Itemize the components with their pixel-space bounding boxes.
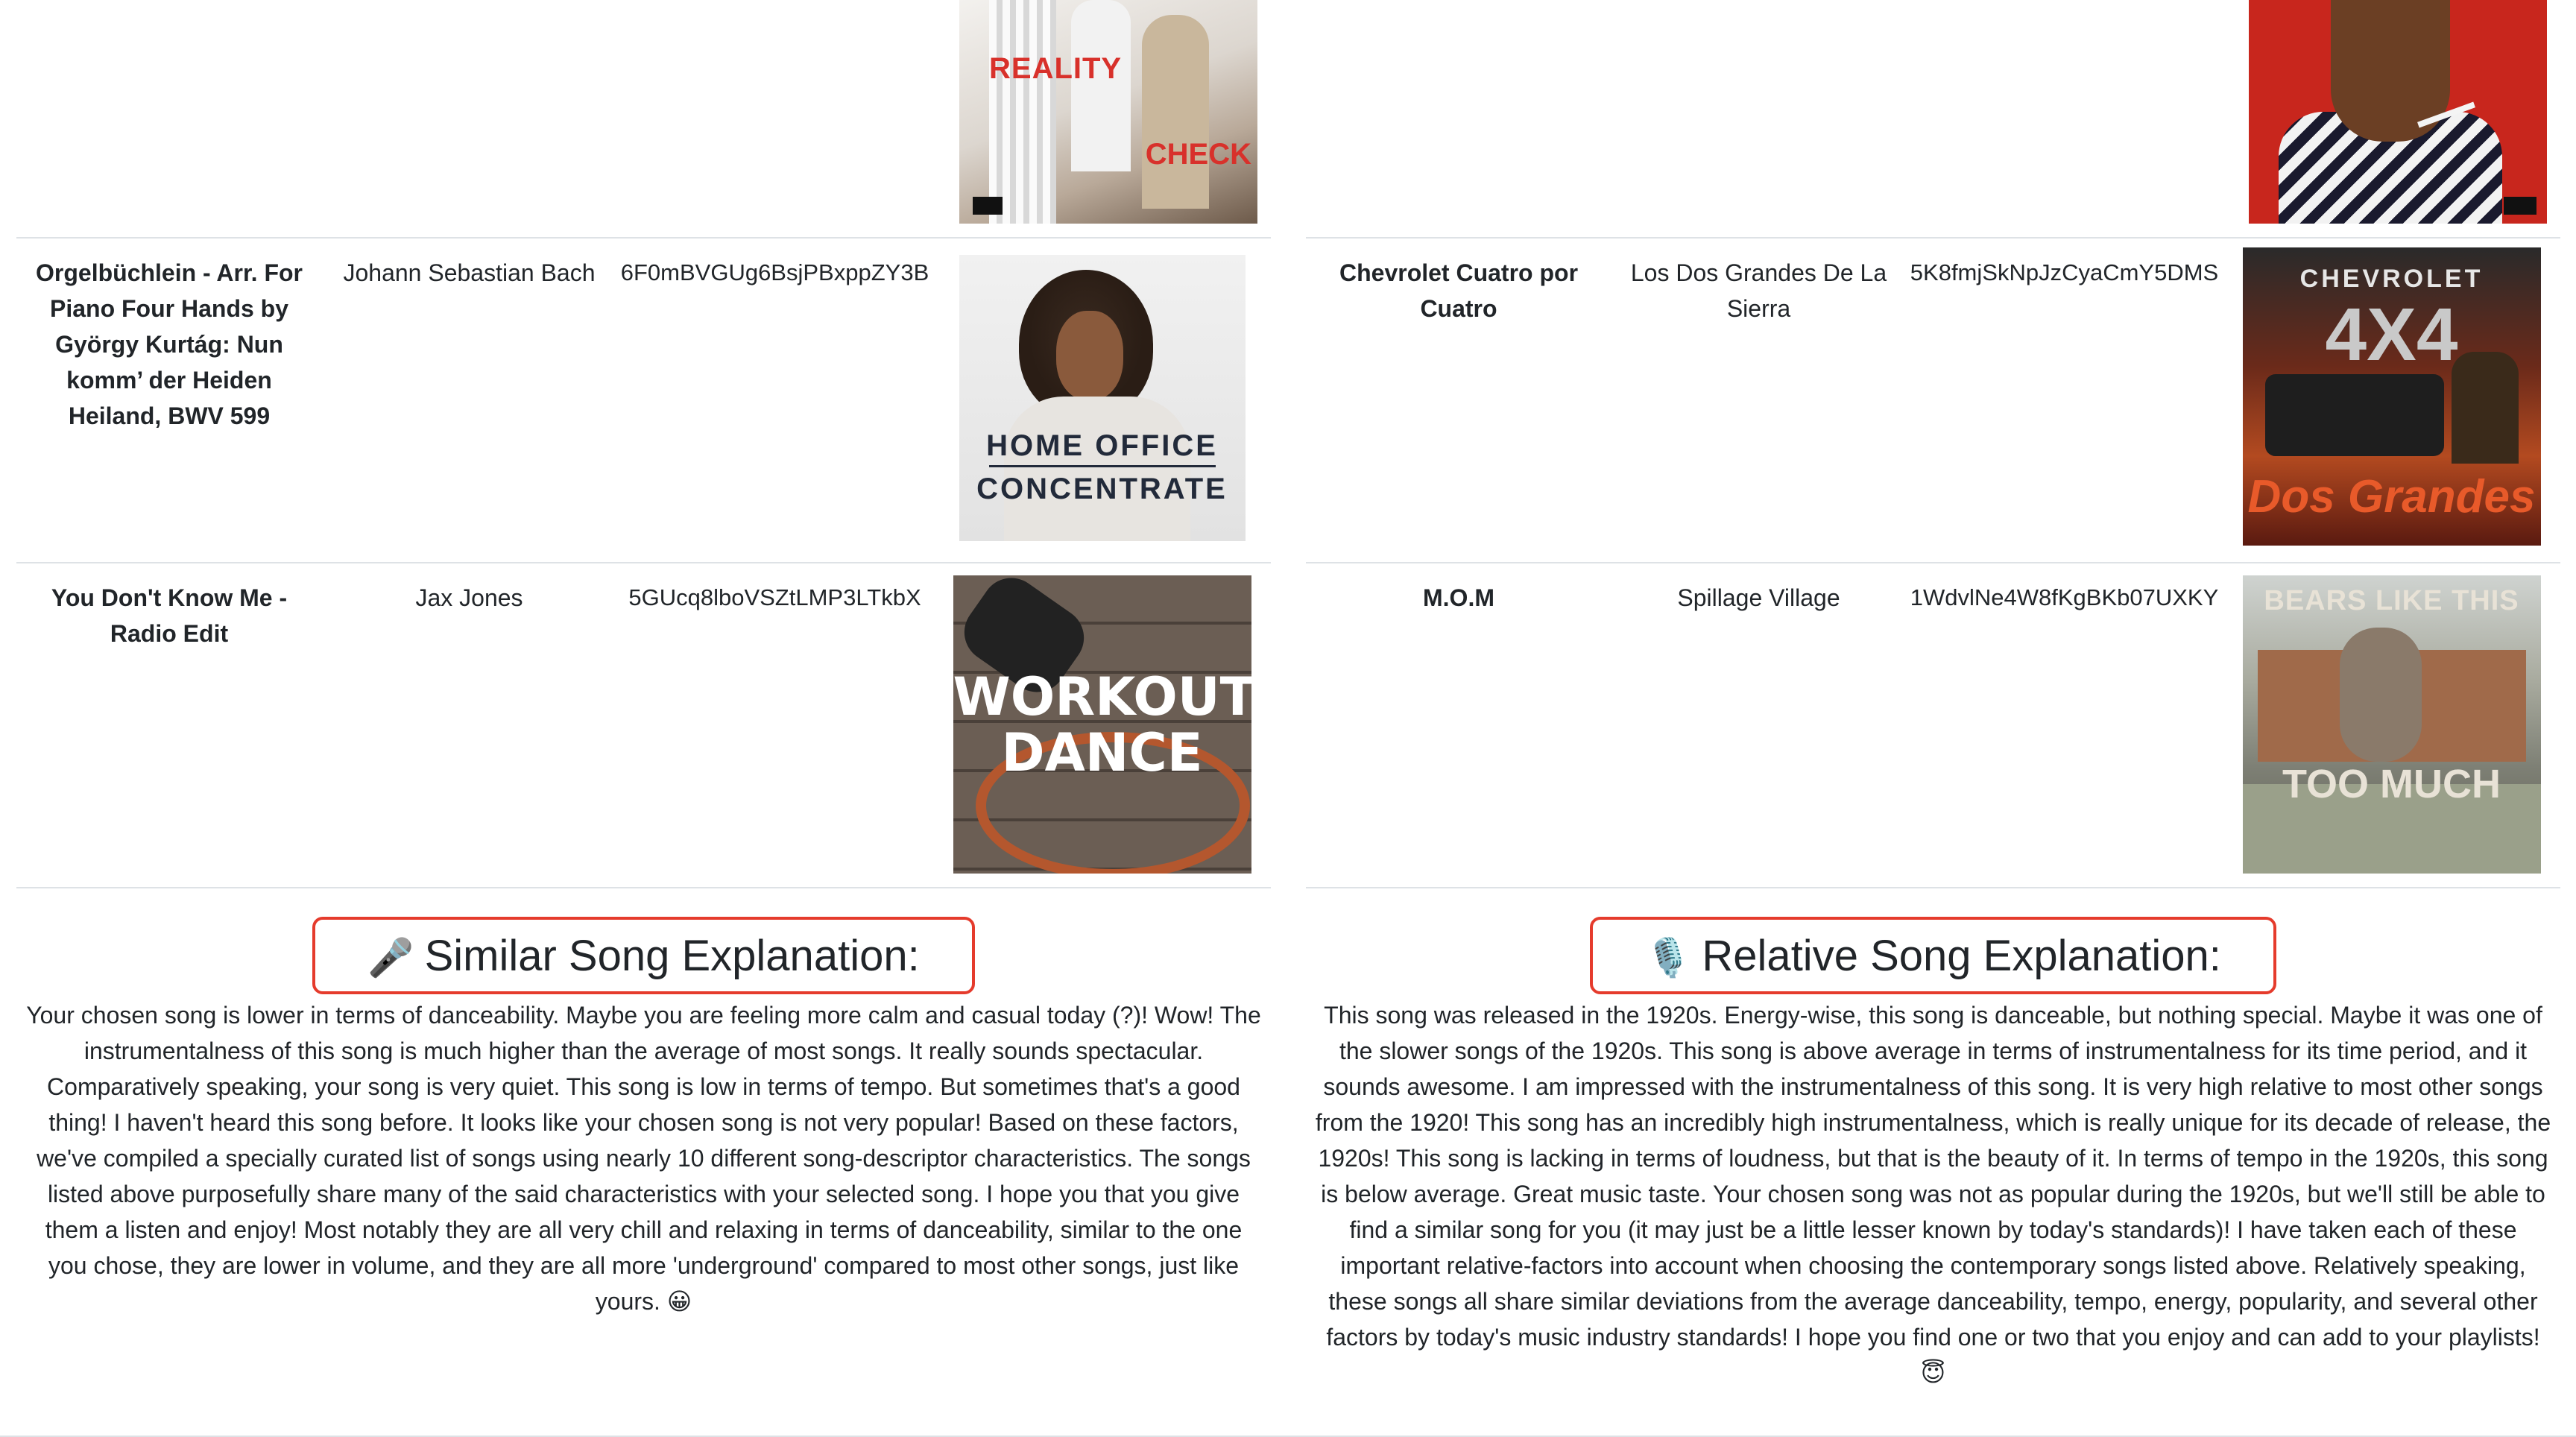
cover-text: TOO MUCH bbox=[2282, 762, 2501, 806]
table-row: REALITY CHECK bbox=[16, 0, 1271, 239]
advisory-label-icon bbox=[973, 197, 1003, 215]
sweater-graphic bbox=[1003, 397, 1190, 541]
song-title: Orgelbüchlein - Arr. For Piano Four Hand… bbox=[36, 259, 303, 429]
cover-text: REALITY bbox=[989, 52, 1123, 85]
similar-song-explanation: 🎤 Similar Song Explanation: Your chosen s… bbox=[16, 917, 1271, 1319]
cover-text: CONCENTRATE bbox=[976, 473, 1228, 505]
cover-text: CHEVROLET bbox=[2299, 265, 2484, 293]
face-graphic bbox=[1055, 311, 1123, 400]
cover-text: HOME OFFICE bbox=[986, 429, 1218, 462]
divider bbox=[988, 465, 1216, 467]
cover-text: Dos Grandes bbox=[2247, 471, 2536, 522]
explanation-text: Your chosen song is lower in terms of da… bbox=[26, 1002, 1261, 1315]
album-cover[interactable] bbox=[2249, 0, 2547, 224]
song-id: 6F0mBVGUg6BsjPBxppZY3B bbox=[620, 259, 929, 285]
explanation-heading: 🎤 Similar Song Explanation: bbox=[312, 917, 975, 994]
song-artist bbox=[1611, 0, 1906, 237]
cover-text: DANCE bbox=[1001, 722, 1203, 783]
song-title: M.O.M bbox=[1423, 584, 1494, 611]
relative-song-explanation: 🎙️ Relative Song Explanation: This song w… bbox=[1306, 917, 2560, 1391]
table-row: M.O.M Spillage Village 1WdvlNe4W8fKgBKb0… bbox=[1306, 563, 2560, 888]
explanation-heading: 🎙️ Relative Song Explanation: bbox=[1590, 917, 2276, 994]
song-artist: Los Dos Grandes De La Sierra bbox=[1630, 259, 1887, 322]
album-cover[interactable]: HOME OFFICE CONCENTRATE bbox=[959, 255, 1246, 541]
song-artist: Jax Jones bbox=[415, 584, 523, 611]
stair-railing-graphic bbox=[989, 0, 1056, 224]
microphone-icon: 🎤 bbox=[367, 937, 414, 979]
song-artist bbox=[322, 0, 616, 237]
song-artist: Johann Sebastian Bach bbox=[343, 259, 596, 286]
song-title bbox=[1306, 0, 1611, 237]
song-id: 1WdvlNe4W8fKgBKb07UXKY bbox=[1910, 584, 2219, 610]
heading-text: Relative Song Explanation: bbox=[1702, 932, 2221, 980]
table-row: Orgelbüchlein - Arr. For Piano Four Hand… bbox=[16, 239, 1271, 563]
explanation-text: This song was released in the 1920s. Ene… bbox=[1315, 1002, 2551, 1386]
album-cover[interactable]: BEARS LIKE THIS TOO MUCH bbox=[2242, 575, 2541, 874]
album-cover[interactable]: REALITY CHECK bbox=[959, 0, 1257, 224]
album-cover[interactable]: CHEVROLET 4X4 Dos Grandes bbox=[2242, 247, 2541, 546]
cover-text: CHECK bbox=[1145, 138, 1251, 171]
relative-songs-column: Chevrolet Cuatro por Cuatro Los Dos Gran… bbox=[1306, 0, 2560, 1437]
album-cover[interactable]: WORKOUT DANCE bbox=[953, 575, 1251, 874]
studio-microphone-icon: 🎙️ bbox=[1645, 937, 1692, 979]
song-artist: Spillage Village bbox=[1677, 584, 1840, 611]
cover-text: BEARS LIKE THIS bbox=[2264, 585, 2519, 616]
bear-graphic bbox=[2339, 628, 2422, 762]
table-row: You Don't Know Me - Radio Edit Jax Jones… bbox=[16, 563, 1271, 888]
figure-graphic bbox=[1071, 0, 1131, 171]
song-title: Chevrolet Cuatro por Cuatro bbox=[1339, 259, 1579, 322]
table-row: Chevrolet Cuatro por Cuatro Los Dos Gran… bbox=[1306, 239, 2560, 563]
song-title bbox=[16, 0, 322, 237]
figures-graphic bbox=[2451, 352, 2519, 464]
heading-text: Similar Song Explanation: bbox=[424, 932, 920, 980]
truck-graphic bbox=[2264, 374, 2444, 456]
song-id bbox=[1906, 0, 2223, 237]
song-id: 5GUcq8lboVSZtLMP3LTkbX bbox=[628, 584, 921, 610]
figure-graphic bbox=[1142, 15, 1209, 209]
cover-text: WORKOUT bbox=[953, 666, 1251, 727]
advisory-label-icon bbox=[2504, 197, 2536, 215]
song-title: You Don't Know Me - Radio Edit bbox=[51, 584, 288, 647]
table-row bbox=[1306, 0, 2560, 239]
similar-songs-column: REALITY CHECK Orgelbüchlein - Arr. For P… bbox=[16, 0, 1271, 1437]
song-id: 5K8fmjSkNpJzCyaCmY5DMS bbox=[1910, 259, 2219, 285]
song-id bbox=[616, 0, 933, 237]
